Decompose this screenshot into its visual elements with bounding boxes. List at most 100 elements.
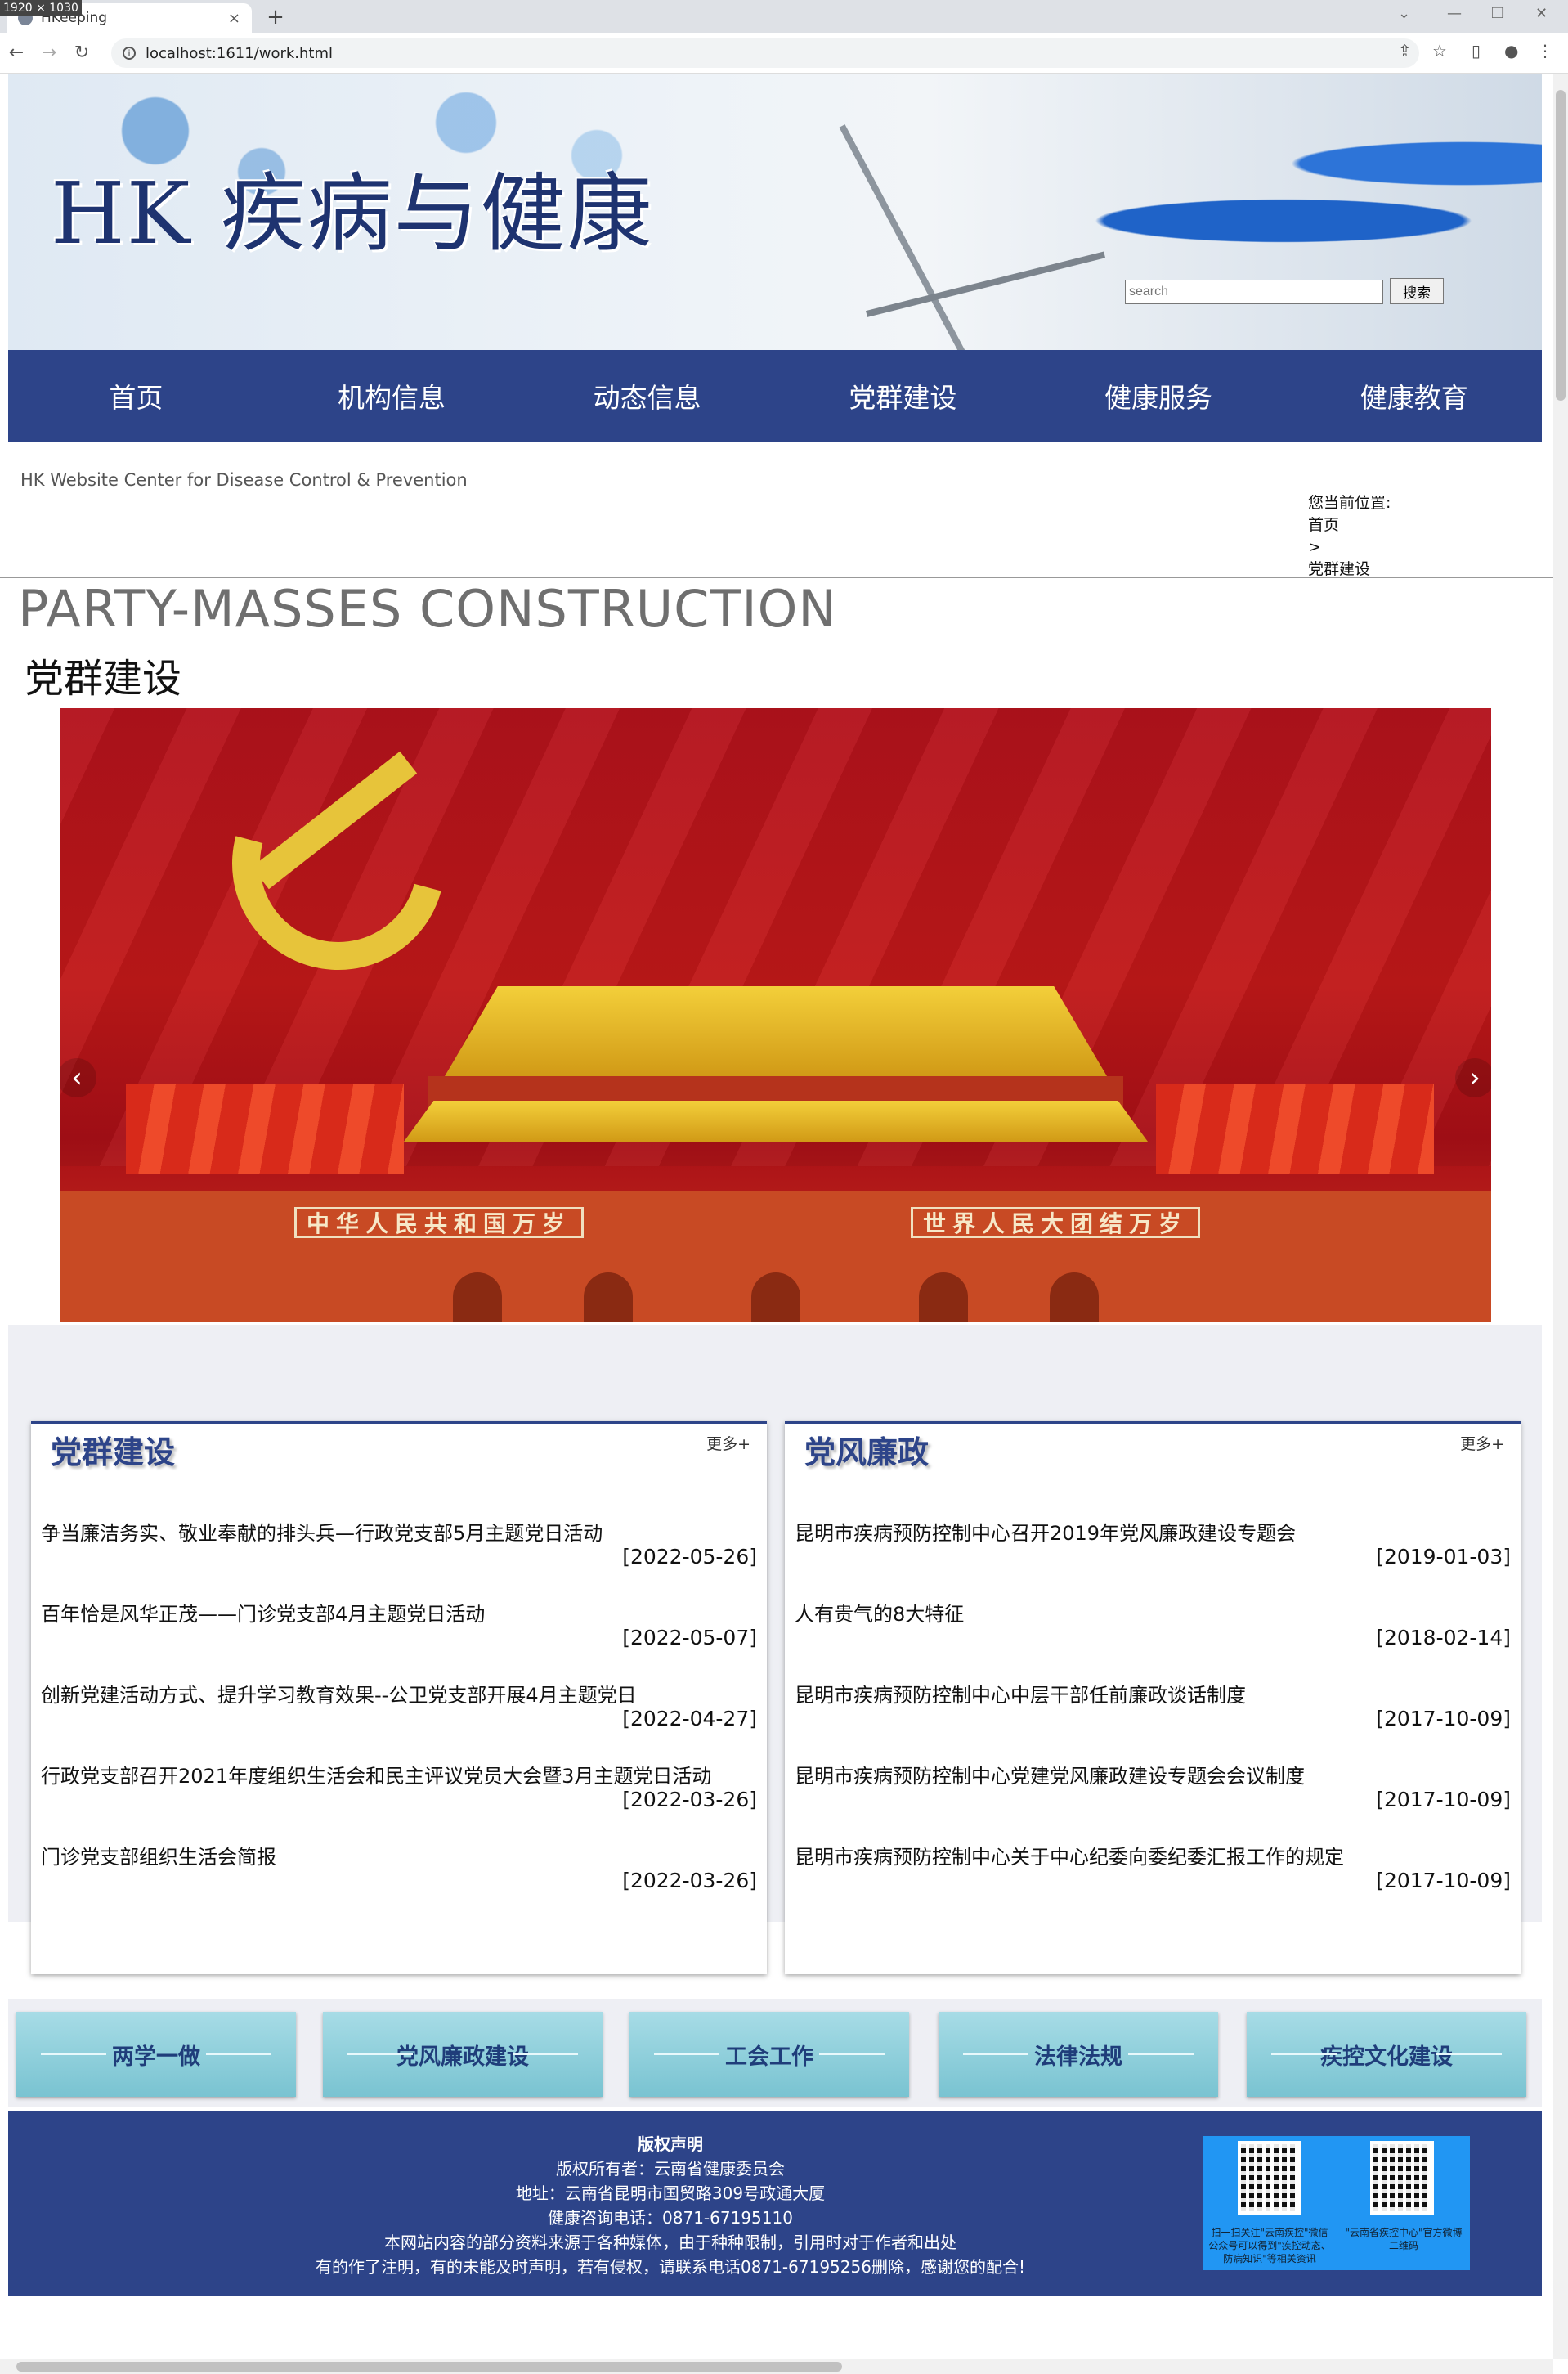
nav-item-news[interactable]: 动态信息 xyxy=(519,350,775,442)
breadcrumb-label: 您当前位置: xyxy=(1308,494,1391,512)
news-title[interactable]: 百年恰是风华正茂——门诊党支部4月主题党日活动 xyxy=(41,1598,485,1627)
footer-line: 版权所有者：云南省健康委员会 xyxy=(556,2159,785,2179)
forward-icon[interactable]: → xyxy=(33,43,65,63)
page-title: 党群建设 xyxy=(25,656,182,702)
reload-icon[interactable]: ↻ xyxy=(65,43,98,63)
arch xyxy=(584,1272,633,1322)
news-title[interactable]: 争当廉洁务实、敬业奉献的排头兵—行政党支部5月主题党日活动 xyxy=(41,1517,603,1546)
list-item[interactable]: 昆明市疾病预防控制中心党建党风廉政建设专题会会议制度 [2017-10-09] xyxy=(795,1760,1511,1817)
url-text: localhost:1611/work.html xyxy=(146,44,334,62)
news-date: [2022-04-27] xyxy=(622,1707,757,1730)
line-decoration xyxy=(347,2053,413,2055)
qr-caption: "云南省疾控中心"官方微博二维码 xyxy=(1345,2227,1463,2251)
address-bar[interactable]: i localhost:1611/work.html xyxy=(111,38,1419,68)
vertical-scrollbar[interactable] xyxy=(1553,74,1568,2359)
info-icon[interactable]: i xyxy=(123,47,136,60)
news-title[interactable]: 行政党支部召开2021年度组织生活会和民主评议党员大会暨3月主题党日活动 xyxy=(41,1760,711,1788)
quick-link-label: 工会工作 xyxy=(725,2044,813,2070)
chevron-down-icon[interactable]: ⌄ xyxy=(1398,5,1410,22)
nav-item-health-education[interactable]: 健康教育 xyxy=(1286,350,1542,442)
arch xyxy=(1050,1272,1099,1322)
tweezer-decoration xyxy=(839,124,983,350)
news-title[interactable]: 昆明市疾病预防控制中心中层干部任前廉政谈话制度 xyxy=(795,1679,1246,1708)
nav-item-party[interactable]: 党群建设 xyxy=(775,350,1031,442)
quick-link-union[interactable]: 工会工作 xyxy=(629,2012,909,2097)
footer: 版权声明 版权所有者：云南省健康委员会 地址：云南省昆明市国贸路309号政通大厦… xyxy=(8,2111,1542,2296)
sidepanel-icon[interactable]: ▯ xyxy=(1472,41,1481,61)
list-item[interactable]: 昆明市疾病预防控制中心关于中心纪委向委纪委汇报工作的规定 [2017-10-09] xyxy=(795,1841,1511,1898)
search-button[interactable]: 搜索 xyxy=(1390,278,1444,304)
scroll-thumb[interactable] xyxy=(16,2362,842,2372)
back-icon[interactable]: ← xyxy=(0,43,33,63)
list-item[interactable]: 人有贵气的8大特征 [2018-02-14] xyxy=(795,1598,1511,1655)
window-close-icon[interactable]: ✕ xyxy=(1535,5,1548,22)
carousel-next-icon[interactable]: › xyxy=(1455,1058,1491,1097)
menu-icon[interactable]: ⋮ xyxy=(1537,41,1553,61)
news-date: [2019-01-03] xyxy=(1376,1545,1511,1568)
share-icon[interactable]: ⇪ xyxy=(1398,41,1412,61)
list-item[interactable]: 昆明市疾病预防控制中心中层干部任前廉政谈话制度 [2017-10-09] xyxy=(795,1679,1511,1736)
page-viewport: HK 疾病与健康 搜索 首页 机构信息 动态信息 党群建设 健康服务 健康教育 … xyxy=(0,74,1553,2359)
scroll-thumb[interactable] xyxy=(1556,90,1566,401)
flags-decoration xyxy=(1156,1084,1434,1174)
news-date: [2017-10-09] xyxy=(1376,1707,1511,1730)
nav-item-health-service[interactable]: 健康服务 xyxy=(1031,350,1287,442)
minimize-icon[interactable]: — xyxy=(1447,5,1462,22)
profile-icon[interactable]: ● xyxy=(1504,41,1518,61)
nav-item-institution[interactable]: 机构信息 xyxy=(264,350,520,442)
news-title[interactable]: 昆明市疾病预防控制中心党建党风廉政建设专题会会议制度 xyxy=(795,1760,1305,1788)
panel-integrity: 党风廉政 更多+ 昆明市疾病预防控制中心召开2019年党风廉政建设专题会 [201… xyxy=(785,1421,1521,1974)
more-link[interactable]: 更多+ xyxy=(706,1432,750,1454)
browser-tab-bar: HKeeping × + ⌄ — ❐ ✕ 1920 × 1030 xyxy=(0,0,1568,33)
more-link[interactable]: 更多+ xyxy=(1460,1432,1504,1454)
quick-link-law[interactable]: 法律法规 xyxy=(939,2012,1218,2097)
page-title-en: PARTY-MASSES CONSTRUCTION xyxy=(18,579,837,639)
breadcrumb: 您当前位置: 首页 > 党群建设 xyxy=(1308,492,1391,581)
line-decoration xyxy=(1271,2053,1337,2055)
close-icon[interactable]: × xyxy=(228,10,240,27)
news-date: [2017-10-09] xyxy=(1376,1788,1511,1811)
restore-icon[interactable]: ❐ xyxy=(1491,5,1504,22)
footer-line: 本网站内容的部分资料来源于各种媒体，由于种种限制，引用时对于作者和出处 xyxy=(384,2233,956,2252)
nav-item-home[interactable]: 首页 xyxy=(8,350,264,442)
news-title[interactable]: 创新党建活动方式、提升学习教育效果--公卫党支部开展4月主题党日 xyxy=(41,1679,637,1708)
tiananmen-wall xyxy=(60,1191,1491,1322)
news-date: [2022-05-26] xyxy=(622,1545,757,1568)
footer-line: 健康咨询电话：0871-67195110 xyxy=(548,2208,793,2228)
breadcrumb-home[interactable]: 首页 xyxy=(1308,514,1391,536)
horizontal-scrollbar[interactable] xyxy=(0,2359,1553,2374)
qr-code-icon xyxy=(1238,2141,1301,2215)
list-item[interactable]: 百年恰是风华正茂——门诊党支部4月主题党日活动 [2022-05-07] xyxy=(41,1598,757,1655)
news-title[interactable]: 昆明市疾病预防控制中心关于中心纪委向委纪委汇报工作的规定 xyxy=(795,1841,1344,1869)
tiananmen-roof xyxy=(445,986,1107,1076)
list-item[interactable]: 创新党建活动方式、提升学习教育效果--公卫党支部开展4月主题党日 [2022-04… xyxy=(41,1679,757,1736)
quick-link-label: 党风廉政建设 xyxy=(396,2044,529,2070)
line-decoration xyxy=(819,2053,885,2055)
site-title: HK 疾病与健康 xyxy=(51,164,654,263)
star-icon[interactable]: ☆ xyxy=(1432,41,1447,61)
divider xyxy=(0,577,1553,578)
new-tab-icon[interactable]: + xyxy=(263,5,288,29)
main-nav: 首页 机构信息 动态信息 党群建设 健康服务 健康教育 xyxy=(8,350,1542,442)
news-title[interactable]: 门诊党支部组织生活会简报 xyxy=(41,1841,276,1869)
arch xyxy=(919,1272,968,1322)
carousel[interactable]: 中华人民共和国万岁 世界人民大团结万岁 ‹ › xyxy=(60,708,1491,1322)
panel-party: 党群建设 更多+ 争当廉洁务实、敬业奉献的排头兵—行政党支部5月主题党日活动 [2… xyxy=(31,1421,767,1974)
quick-link-two-studies[interactable]: 两学一做 xyxy=(16,2012,296,2097)
quick-link-integrity[interactable]: 党风廉政建设 xyxy=(323,2012,603,2097)
slogan-left: 中华人民共和国万岁 xyxy=(294,1207,585,1238)
news-title[interactable]: 昆明市疾病预防控制中心召开2019年党风廉政建设专题会 xyxy=(795,1517,1296,1546)
list-item[interactable]: 昆明市疾病预防控制中心召开2019年党风廉政建设专题会 [2019-01-03] xyxy=(795,1517,1511,1574)
list-item[interactable]: 行政党支部召开2021年度组织生活会和民主评议党员大会暨3月主题党日活动 [202… xyxy=(41,1760,757,1817)
slogan-right: 世界人民大团结万岁 xyxy=(911,1207,1201,1238)
footer-line: 地址：云南省昆明市国贸路309号政通大厦 xyxy=(515,2183,826,2203)
arch xyxy=(453,1272,502,1322)
tweezer-decoration xyxy=(866,251,1106,317)
list-item[interactable]: 门诊党支部组织生活会简报 [2022-03-26] xyxy=(41,1841,757,1898)
list-item[interactable]: 争当廉洁务实、敬业奉献的排头兵—行政党支部5月主题党日活动 [2022-05-26… xyxy=(41,1517,757,1574)
header-banner: HK 疾病与健康 xyxy=(8,74,1542,350)
quick-link-culture[interactable]: 疾控文化建设 xyxy=(1247,2012,1526,2097)
quick-link-label: 两学一做 xyxy=(112,2044,200,2070)
search-input[interactable] xyxy=(1125,280,1383,304)
news-title[interactable]: 人有贵气的8大特征 xyxy=(795,1598,964,1627)
